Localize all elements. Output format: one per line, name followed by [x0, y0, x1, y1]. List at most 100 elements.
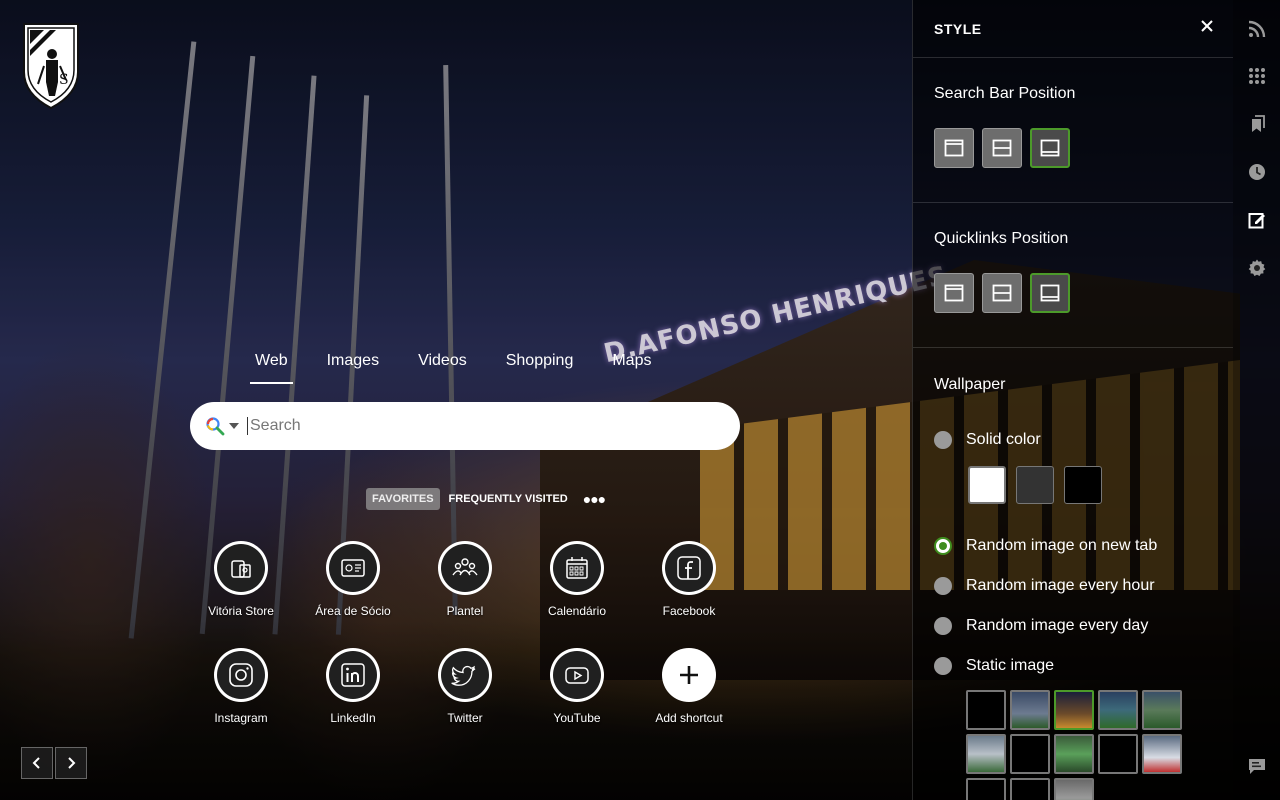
radio-button[interactable]	[934, 577, 952, 595]
position-middle-button[interactable]	[982, 128, 1022, 168]
history-icon[interactable]	[1248, 163, 1266, 181]
wallpaper-thumbnail[interactable]	[1054, 778, 1094, 800]
wallpaper-option-random-hour[interactable]: Random image every hour	[934, 577, 1155, 595]
wallpaper-thumbnail[interactable]	[1142, 734, 1182, 774]
twitter-icon	[451, 665, 476, 686]
rss-icon[interactable]	[1248, 20, 1266, 38]
facebook-icon	[677, 556, 701, 580]
wallpaper-thumbnail[interactable]	[1010, 778, 1050, 800]
member-card-icon	[341, 559, 365, 577]
color-swatch-black[interactable]	[1064, 466, 1102, 504]
wallpaper-thumbnail[interactable]	[1010, 690, 1050, 730]
position-top-button[interactable]	[934, 273, 974, 313]
shortcut-label: Instagram	[214, 711, 268, 725]
radio-label: Random image every hour	[966, 577, 1155, 594]
feedback-icon[interactable]	[1248, 757, 1266, 775]
radio-button[interactable]	[934, 431, 952, 449]
next-wallpaper-button[interactable]	[55, 747, 87, 779]
tab-favorites[interactable]: FAVORITES	[366, 488, 440, 510]
tab-shopping[interactable]: Shopping	[506, 344, 574, 384]
settings-icon[interactable]	[1248, 259, 1266, 277]
shortcut-label: Plantel	[446, 604, 484, 618]
shortcut-facebook[interactable]: Facebook	[633, 541, 745, 618]
radio-button[interactable]	[934, 617, 952, 635]
position-middle-button[interactable]	[982, 273, 1022, 313]
more-dots-icon[interactable]: ●●●	[583, 491, 606, 507]
wallpaper-option-random-new-tab[interactable]: Random image on new tab	[934, 537, 1157, 555]
shortcut-label: Área de Sócio	[315, 604, 391, 618]
shortcut-label: Vitória Store	[208, 604, 274, 618]
panel-header: STYLE	[913, 0, 1233, 58]
wallpaper-thumbnail[interactable]	[966, 690, 1006, 730]
wallpaper-thumbnail[interactable]	[1098, 734, 1138, 774]
shortcut-label: LinkedIn	[330, 711, 376, 725]
position-top-button[interactable]	[934, 128, 974, 168]
calendar-icon	[566, 557, 588, 579]
wallpaper-thumbnail[interactable]	[1142, 690, 1182, 730]
tab-frequently-visited[interactable]: FREQUENTLY VISITED	[443, 488, 574, 510]
radio-button-checked[interactable]	[934, 537, 952, 555]
position-options	[934, 128, 1233, 168]
shortcut-label: Facebook	[662, 604, 716, 618]
youtube-icon	[565, 667, 589, 684]
wallpaper-thumbnail[interactable]	[1054, 734, 1094, 774]
shortcut-vitoria-store[interactable]: Vitória Store	[185, 541, 297, 618]
position-options	[934, 273, 1233, 313]
layout-top-icon	[944, 139, 964, 157]
wallpaper-option-static-image[interactable]: Static image	[934, 657, 1054, 675]
shortcut-twitter[interactable]: Twitter	[409, 648, 521, 725]
color-swatch-white[interactable]	[968, 466, 1006, 504]
search-bar-position-section: Search Bar Position	[913, 58, 1233, 203]
style-edit-icon[interactable]	[1248, 211, 1266, 229]
wallpaper-thumbnail-selected[interactable]	[1054, 690, 1094, 730]
shortcut-instagram[interactable]: Instagram	[185, 648, 297, 725]
chevron-left-icon	[32, 757, 40, 769]
search-bar	[190, 402, 740, 450]
bookmarks-icon[interactable]	[1248, 115, 1266, 133]
layout-top-icon	[944, 284, 964, 302]
section-title: Search Bar Position	[934, 85, 1076, 102]
wallpaper-thumbnail[interactable]	[966, 778, 1006, 800]
apps-grid-icon[interactable]	[1248, 67, 1266, 85]
wallpaper-option-random-day[interactable]: Random image every day	[934, 617, 1148, 635]
position-bottom-button[interactable]	[1030, 128, 1070, 168]
plus-icon	[680, 666, 698, 684]
add-shortcut-button[interactable]: Add shortcut	[633, 648, 745, 725]
club-crest-logo: S	[23, 23, 79, 110]
layout-middle-icon	[992, 284, 1012, 302]
layout-bottom-icon	[1040, 139, 1060, 157]
right-sidebar-rail	[1233, 0, 1280, 800]
tab-videos[interactable]: Videos	[418, 344, 467, 384]
shortcut-label: Calendário	[547, 604, 607, 618]
search-icon[interactable]	[205, 416, 225, 436]
radio-button[interactable]	[934, 657, 952, 675]
wallpaper-option-solid-color[interactable]: Solid color	[934, 431, 1041, 449]
shortcut-calendario[interactable]: Calendário	[521, 541, 633, 618]
wallpaper-thumbnail[interactable]	[1098, 690, 1138, 730]
wallpaper-thumbnail[interactable]	[1010, 734, 1050, 774]
panel-title: STYLE	[934, 20, 982, 37]
search-input[interactable]	[247, 417, 717, 435]
tab-web[interactable]: Web	[250, 344, 293, 384]
position-bottom-button[interactable]	[1030, 273, 1070, 313]
store-icon	[231, 560, 251, 578]
quicklinks-position-section: Quicklinks Position	[913, 203, 1233, 348]
previous-wallpaper-button[interactable]	[21, 747, 53, 779]
radio-label: Random image every day	[966, 617, 1149, 634]
shortcut-linkedin[interactable]: LinkedIn	[297, 648, 409, 725]
section-title: Quicklinks Position	[934, 230, 1069, 247]
color-swatch-dark-gray[interactable]	[1016, 466, 1054, 504]
instagram-icon	[229, 663, 253, 687]
tab-maps[interactable]: Maps	[612, 344, 651, 384]
tab-images[interactable]: Images	[327, 344, 379, 384]
linkedin-icon	[341, 663, 365, 687]
chevron-down-icon[interactable]	[229, 423, 239, 429]
shortcut-plantel[interactable]: Plantel	[409, 541, 521, 618]
wallpaper-thumbnail[interactable]	[966, 734, 1006, 774]
layout-middle-icon	[992, 139, 1012, 157]
shortcut-label: YouTube	[553, 711, 601, 725]
shortcut-youtube[interactable]: YouTube	[521, 648, 633, 725]
close-icon[interactable]	[1199, 18, 1215, 34]
shortcut-label: Add shortcut	[655, 711, 723, 725]
shortcut-area-de-socio[interactable]: Área de Sócio	[297, 541, 409, 618]
